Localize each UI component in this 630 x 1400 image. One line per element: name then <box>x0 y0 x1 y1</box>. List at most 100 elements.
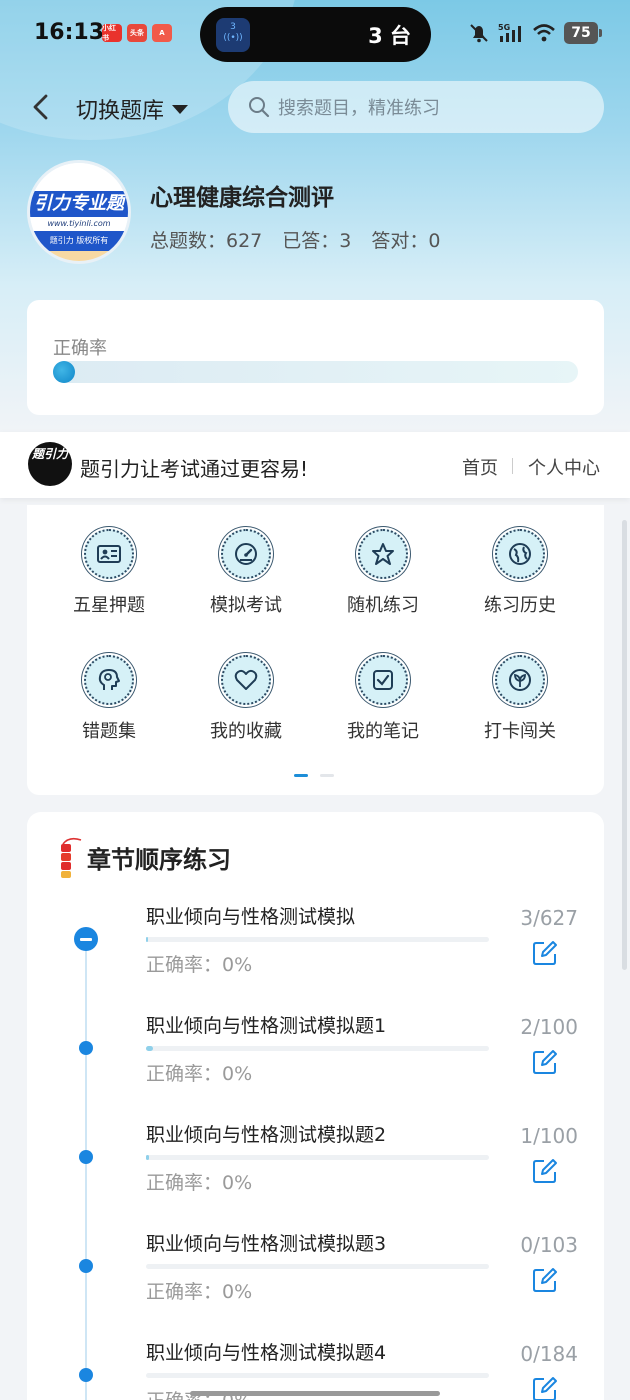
accuracy-progress-bar <box>53 361 578 383</box>
dynamic-island[interactable]: 3 ((•)) 3 台 <box>200 7 431 62</box>
feature-notes[interactable]: 我的笔记 <box>323 655 443 743</box>
chapter-section-title: 章节顺序练习 <box>87 845 231 874</box>
accuracy-progress-knob <box>53 361 75 383</box>
edit-icon[interactable] <box>532 1158 558 1184</box>
nfc-app-icon: 3 ((•)) <box>216 18 250 52</box>
note-check-icon <box>358 655 408 705</box>
signal-label: 5G <box>498 23 510 32</box>
logo-url: www.tiyinli.com <box>30 217 128 231</box>
chapter-count: 1/100 <box>520 1124 578 1148</box>
page-dot-active <box>294 774 308 777</box>
feature-check-in[interactable]: 打卡闯关 <box>460 655 580 743</box>
leaf-icon <box>495 655 545 705</box>
chapter-accuracy: 正确率：0% <box>146 1281 253 1303</box>
edit-icon[interactable] <box>532 1376 558 1400</box>
feature-label: 随机练习 <box>347 595 419 616</box>
correct-count: 答对：0 <box>371 230 441 252</box>
edit-icon[interactable] <box>532 1267 558 1293</box>
brand-bar: 题引力 题引力让考试通过更容易! 首页 个人中心 <box>0 432 630 498</box>
search-input[interactable]: 搜索题目，精准练习 <box>228 81 604 133</box>
question-bank-logo: 引力专业题 www.tiyinli.com 题引力 版权所有 <box>27 160 131 264</box>
toutiao-icon: 头条 <box>127 24 147 42</box>
chapter-title[interactable]: 职业倾向与性格测试模拟题4 <box>146 1338 386 1365</box>
chapter-accuracy: 正确率：0% <box>146 1172 253 1194</box>
status-time: 16:13 <box>34 20 105 45</box>
chapter-practice-card: 章节顺序练习 职业倾向与性格测试模拟正确率：0% 3/627 职业倾向与性格测试模拟… <box>27 812 604 1400</box>
chapter-progress-fill <box>146 1046 153 1051</box>
total-questions: 总题数：627 <box>150 230 263 252</box>
nav-divider <box>512 458 513 474</box>
feature-wrong-questions[interactable]: 错题集 <box>49 655 169 743</box>
feature-label: 错题集 <box>82 721 136 742</box>
back-arrow-icon[interactable] <box>28 92 54 122</box>
xiaohongshu-icon: 小红书 <box>102 24 122 42</box>
nav-personal-center-link[interactable]: 个人中心 <box>528 454 600 480</box>
chapter-count: 0/103 <box>520 1233 578 1257</box>
caret-down-icon <box>172 104 189 114</box>
battery-indicator: 75 <box>564 22 602 44</box>
chapter-header: 章节顺序练习 <box>55 834 231 880</box>
system-icons: 5G 75 <box>468 22 602 44</box>
feature-label: 模拟考试 <box>210 595 282 616</box>
chapter-progress-bar <box>146 1046 489 1051</box>
feature-label: 我的收藏 <box>210 721 282 742</box>
id-card-icon <box>84 529 134 579</box>
bank-title: 心理健康综合测评 <box>150 185 334 211</box>
chapter-title[interactable]: 职业倾向与性格测试模拟题3 <box>146 1229 386 1256</box>
answered-count: 已答：3 <box>282 230 352 252</box>
edit-icon[interactable] <box>532 1049 558 1075</box>
feature-label: 打卡闯关 <box>484 721 556 742</box>
chapter-title[interactable]: 职业倾向与性格测试模拟题1 <box>146 1011 386 1038</box>
head-icon <box>84 655 134 705</box>
status-bar: 16:13 小红书 头条 A 3 ((•)) 3 台 5G 75 <box>0 0 630 70</box>
mute-bell-icon <box>470 24 488 43</box>
scrollbar[interactable] <box>622 520 627 970</box>
feature-grid: 五星押题 模拟考试 随机练习 练习历史 错题集 我的收藏 我的笔记 打卡闯关 <box>27 505 604 795</box>
chapter-accuracy: 正确率：0% <box>146 954 253 976</box>
brand-logo: 题引力 <box>28 442 72 486</box>
chapter-progress-bar <box>146 1264 489 1269</box>
feature-random-practice[interactable]: 随机练习 <box>323 529 443 617</box>
search-placeholder: 搜索题目，精准练习 <box>278 98 440 119</box>
logo-title: 引力专业题 <box>30 191 128 217</box>
page-indicator <box>294 774 334 777</box>
firecracker-icon <box>61 837 82 878</box>
random-star-icon <box>358 529 408 579</box>
feature-favorites[interactable]: 我的收藏 <box>186 655 306 743</box>
nav-home-link[interactable]: 首页 <box>462 454 498 480</box>
feature-label: 我的笔记 <box>347 721 419 742</box>
chapter-progress-bar <box>146 1373 489 1378</box>
speedometer-icon <box>221 529 271 579</box>
edit-icon[interactable] <box>532 940 558 966</box>
island-count: 3 台 <box>368 24 411 48</box>
feature-practice-history[interactable]: 练习历史 <box>460 529 580 617</box>
chapter-progress-bar <box>146 1155 489 1160</box>
chapter-progress-fill <box>146 1155 150 1160</box>
chapter-title[interactable]: 职业倾向与性格测试模拟 <box>146 902 355 929</box>
feature-five-star[interactable]: 五星押题 <box>49 529 169 617</box>
feature-mock-exam[interactable]: 模拟考试 <box>186 529 306 617</box>
chapter-count: 3/627 <box>520 906 578 930</box>
search-icon <box>249 97 270 118</box>
timeline-node <box>79 1150 93 1164</box>
timeline-node <box>79 1259 93 1273</box>
feature-label: 练习历史 <box>484 595 556 616</box>
app-a-icon: A <box>152 24 172 42</box>
chapter-count: 2/100 <box>520 1015 578 1039</box>
timeline-node-collapse[interactable] <box>74 927 98 951</box>
brand-slogan: 题引力让考试通过更容易! <box>80 457 309 481</box>
wifi-icon <box>533 24 555 42</box>
notification-app-icons: 小红书 头条 A <box>102 24 172 42</box>
globe-icon <box>495 529 545 579</box>
timeline-node <box>79 1041 93 1055</box>
chapter-timeline <box>85 940 87 1400</box>
timeline-node <box>79 1368 93 1382</box>
chapter-title[interactable]: 职业倾向与性格测试模拟题2 <box>146 1120 386 1147</box>
heart-icon <box>221 655 271 705</box>
switch-bank-dropdown[interactable]: 切换题库 <box>76 93 189 125</box>
logo-footer: 题引力 版权所有 <box>30 231 128 251</box>
home-indicator[interactable] <box>190 1391 440 1396</box>
switch-bank-label: 切换题库 <box>76 99 165 124</box>
page-dot <box>320 774 334 777</box>
chapter-progress-fill <box>146 937 148 942</box>
